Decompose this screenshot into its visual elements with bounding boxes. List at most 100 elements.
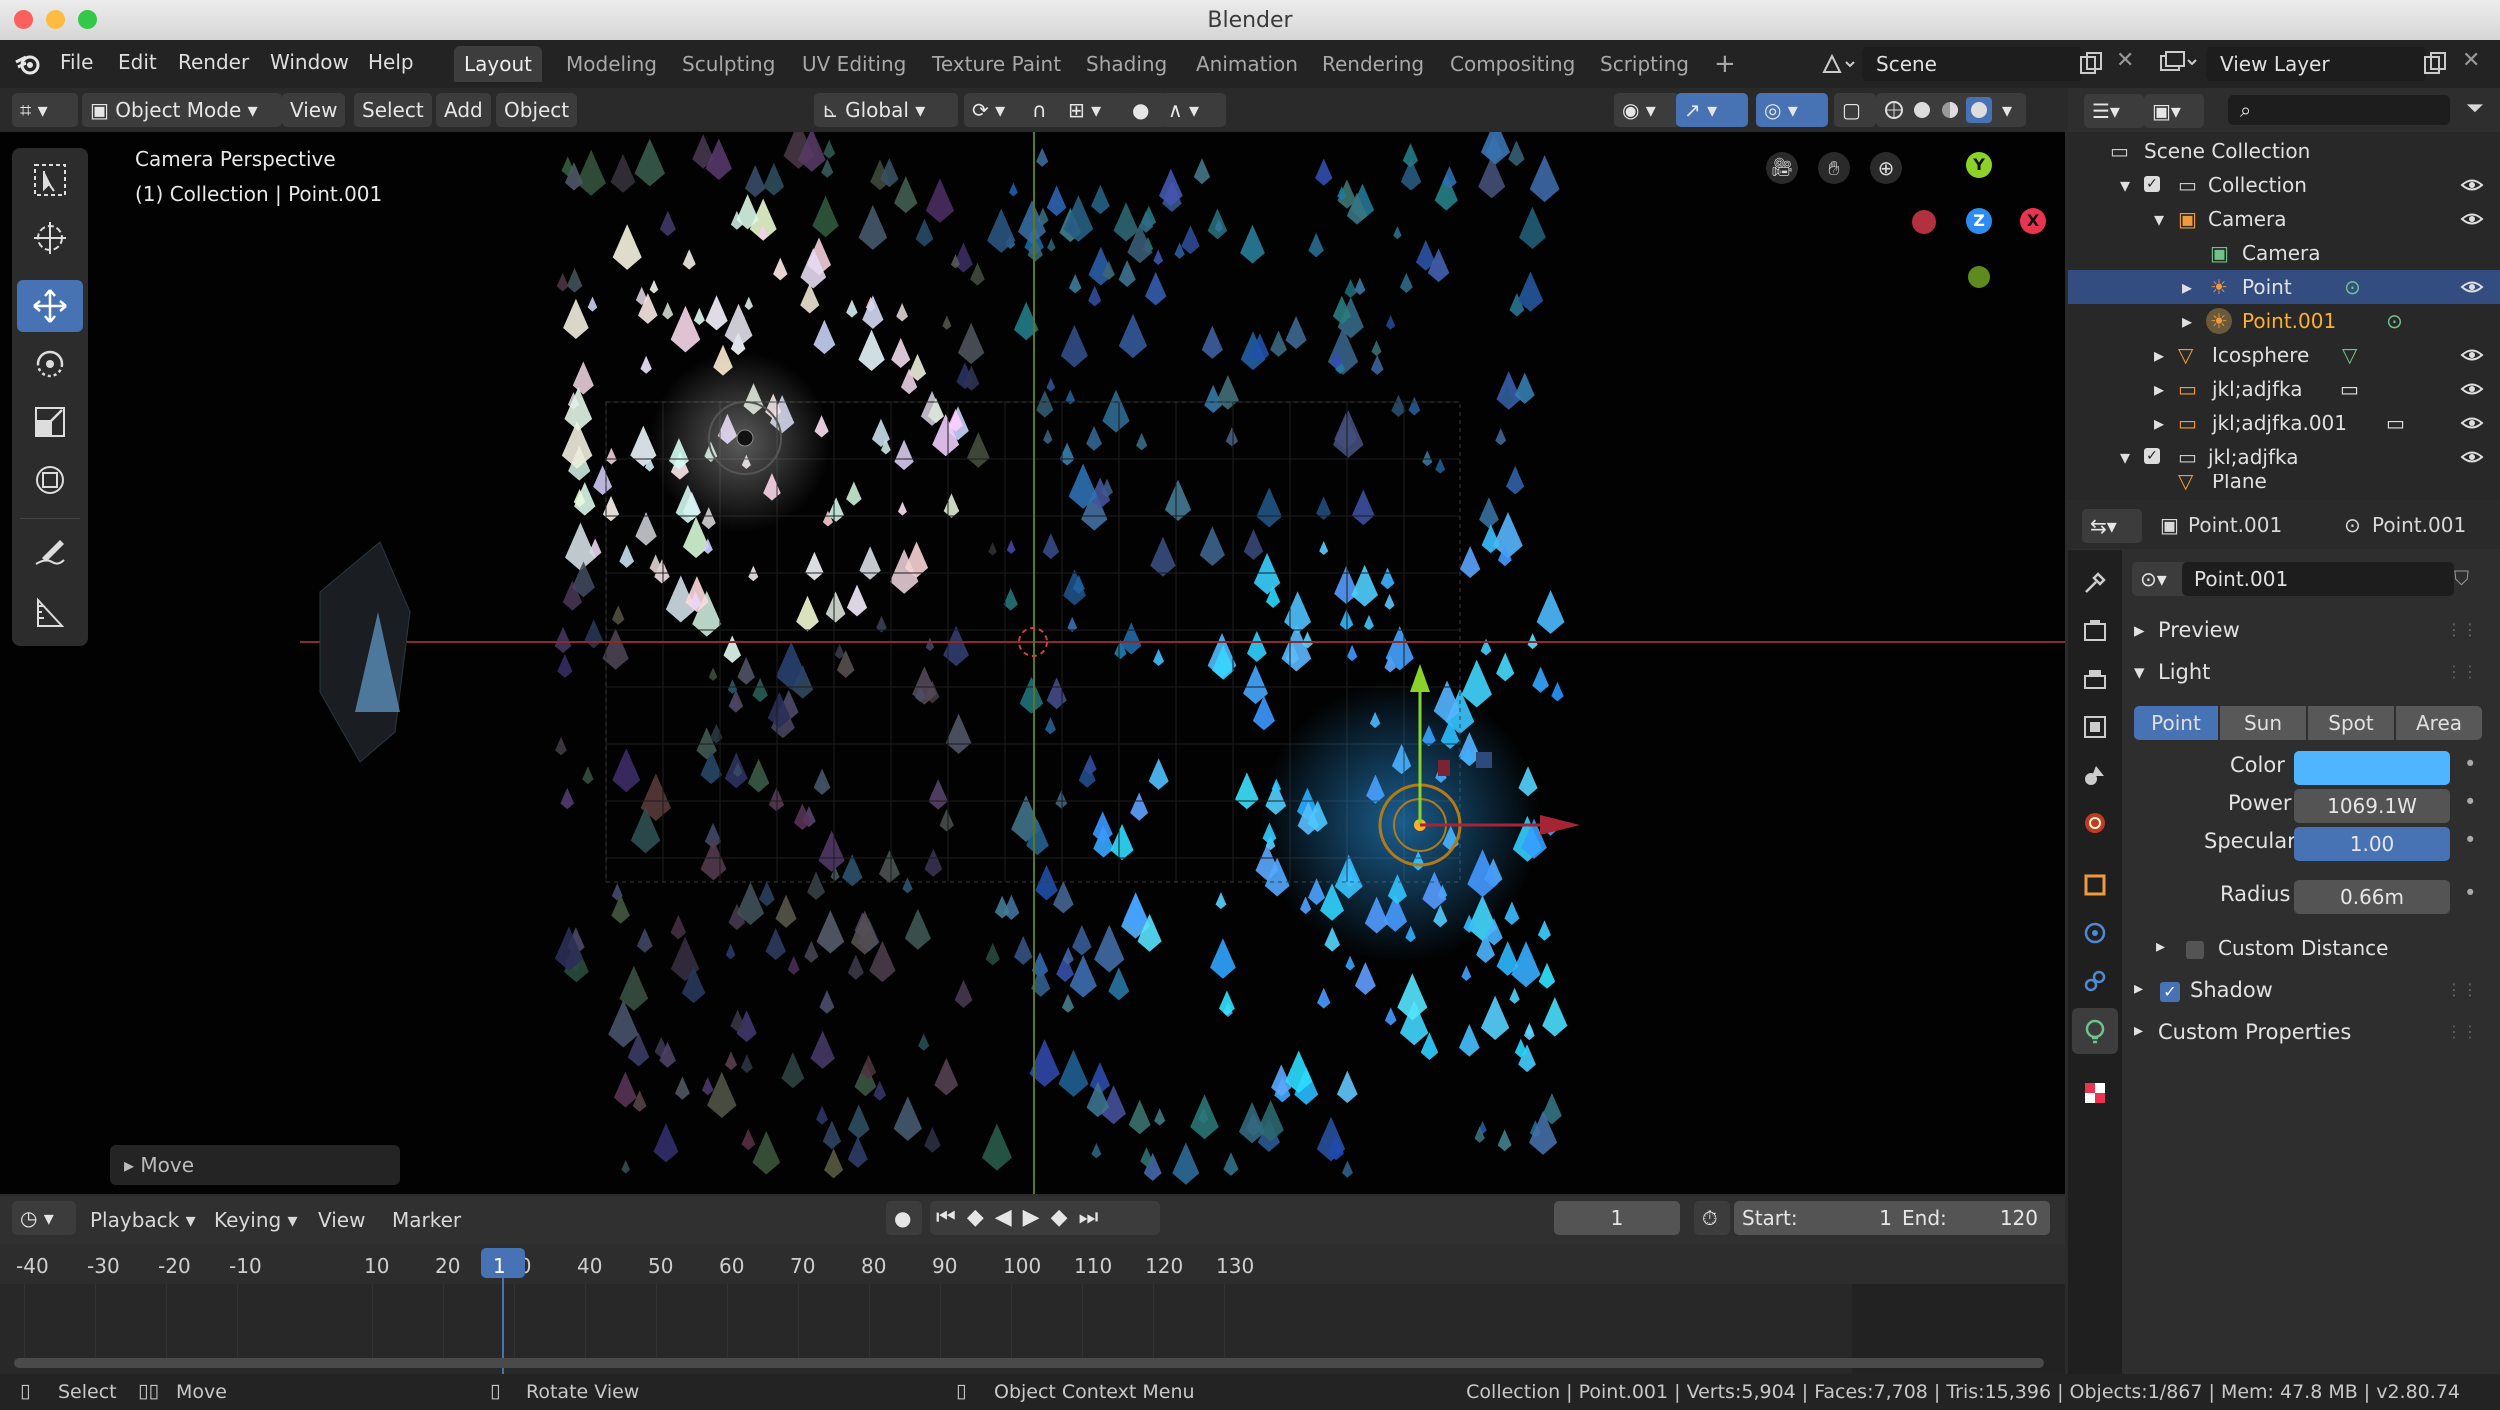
- timeline-marker-menu[interactable]: Marker: [392, 1208, 461, 1232]
- light-type-area[interactable]: Area: [2396, 706, 2482, 740]
- scene-name-field[interactable]: Scene: [1862, 47, 2082, 81]
- render-tab-icon[interactable]: [2082, 618, 2108, 644]
- keyframe-dot-icon[interactable]: •: [2464, 790, 2476, 814]
- radius-field[interactable]: 0.66m: [2294, 880, 2450, 914]
- eye-icon[interactable]: [2460, 380, 2484, 398]
- outliner-row-jkl-adjfka-001[interactable]: ▸ ▭ jkl;adjfka.001 ▭: [2068, 406, 2500, 440]
- gizmo-y-axis[interactable]: Y: [1966, 152, 1992, 178]
- material-shading-icon[interactable]: [1940, 100, 1960, 120]
- last-operator-panel[interactable]: ▸ Move: [110, 1145, 400, 1185]
- menu-help[interactable]: Help: [368, 50, 414, 74]
- tab-texture-paint[interactable]: Texture Paint: [922, 46, 1071, 82]
- outliner-row-icosphere[interactable]: ▸ ▽ Icosphere ▽: [2068, 338, 2500, 372]
- gizmo-z-axis[interactable]: Z: [1966, 208, 1992, 234]
- power-field[interactable]: 1069.1W: [2294, 789, 2450, 823]
- falloff-icon[interactable]: ∧ ▾: [1160, 93, 1226, 127]
- pan-view-icon[interactable]: ✋︎: [1818, 152, 1850, 184]
- specular-slider[interactable]: 1.00: [2294, 827, 2450, 861]
- select-box-tool[interactable]: [17, 154, 83, 206]
- mode-dropdown[interactable]: ▣ Object Mode ▾: [82, 93, 282, 127]
- eye-icon[interactable]: [2460, 176, 2484, 194]
- texture-tab-icon[interactable]: [2082, 1080, 2108, 1106]
- eye-icon[interactable]: [2460, 210, 2484, 228]
- keyframe-dot-icon[interactable]: •: [2464, 881, 2476, 905]
- view-layer-field[interactable]: View Layer: [2206, 47, 2426, 81]
- collapse-arrow-icon[interactable]: ▾: [2120, 168, 2130, 202]
- properties-object-name[interactable]: Point.001: [2188, 513, 2282, 537]
- tab-sculpting[interactable]: Sculpting: [672, 46, 785, 82]
- viewport-menu-select[interactable]: Select: [354, 93, 432, 127]
- collapse-arrow-icon[interactable]: ▾: [2120, 440, 2130, 474]
- output-tab-icon[interactable]: [2082, 666, 2108, 692]
- view-layer-tab-icon[interactable]: [2082, 714, 2108, 740]
- light-data-tab-icon[interactable]: [2082, 1018, 2108, 1044]
- zoom-view-icon[interactable]: ⊕: [1870, 152, 1902, 184]
- display-mode-icon[interactable]: ▣▾: [2144, 94, 2204, 128]
- light-datablock-name[interactable]: Point.001: [2182, 562, 2454, 596]
- timeline-editor-type-icon[interactable]: ◷ ▾: [12, 1201, 76, 1235]
- eye-icon[interactable]: [2460, 278, 2484, 296]
- xray-toggle-icon[interactable]: ▢: [1834, 93, 1876, 127]
- light-type-point[interactable]: Point: [2134, 706, 2218, 740]
- custom-properties-panel-header[interactable]: ▸ Custom Properties ⋮⋮: [2132, 1016, 2482, 1050]
- gizmo-toggle-icon[interactable]: ↗ ▾: [1676, 93, 1748, 127]
- menu-edit[interactable]: Edit: [118, 50, 157, 74]
- light-panel-header[interactable]: ▾ Light ⋮⋮: [2132, 656, 2482, 690]
- filter-icon[interactable]: ⏷: [2466, 96, 2484, 121]
- scene-selector-icon[interactable]: [1820, 52, 1856, 76]
- wireframe-shading-icon[interactable]: [1884, 100, 1904, 120]
- tab-uv-editing[interactable]: UV Editing: [792, 46, 916, 82]
- transform-orientation-dropdown[interactable]: ⊾ Global ▾: [814, 93, 958, 127]
- tab-rendering[interactable]: Rendering: [1312, 46, 1434, 82]
- camera-view-icon[interactable]: 🎥︎: [1766, 152, 1798, 184]
- rendered-shading-icon[interactable]: [1966, 97, 1992, 123]
- include-checkbox[interactable]: ✓: [2144, 176, 2160, 192]
- viewport-menu-object[interactable]: Object: [496, 93, 578, 127]
- properties-data-name[interactable]: Point.001: [2372, 513, 2466, 537]
- timeline-area[interactable]: -40-30-20-101102030405060708090100110120…: [0, 1244, 2065, 1374]
- drag-handle-icon[interactable]: ⋮⋮: [2446, 662, 2478, 681]
- view-layer-selector-icon[interactable]: [2158, 50, 2198, 76]
- current-frame-field[interactable]: 1: [1554, 1201, 1680, 1235]
- tab-animation[interactable]: Animation: [1186, 46, 1308, 82]
- prev-keyframe-icon[interactable]: ◆: [967, 1205, 995, 1230]
- include-checkbox[interactable]: ✓: [2144, 448, 2160, 464]
- solid-shading-icon[interactable]: [1912, 100, 1932, 120]
- timeline-playback-menu[interactable]: Playback ▾: [90, 1208, 196, 1232]
- move-tool[interactable]: [17, 280, 83, 332]
- add-workspace-icon[interactable]: +: [1704, 46, 1746, 82]
- expand-arrow-icon[interactable]: ▸: [2154, 338, 2164, 372]
- viewport-menu-add[interactable]: Add: [436, 93, 491, 127]
- outliner-row-camera[interactable]: ▾ ▣ Camera: [2068, 202, 2500, 236]
- next-keyframe-icon[interactable]: ◆: [1051, 1205, 1079, 1230]
- timeline-keying-menu[interactable]: Keying ▾: [214, 1208, 298, 1232]
- fake-user-shield-icon[interactable]: ⛉: [2454, 566, 2469, 590]
- gizmo-neg-x-axis[interactable]: [1912, 210, 1936, 234]
- play-icon[interactable]: ▶: [1023, 1205, 1051, 1230]
- shadow-checkbox[interactable]: ✓: [2160, 982, 2180, 1002]
- tool-settings-tab-icon[interactable]: [2082, 570, 2108, 596]
- preview-panel-header[interactable]: ▸ Preview ⋮⋮: [2132, 614, 2482, 648]
- menu-window[interactable]: Window: [270, 50, 349, 74]
- custom-distance-subpanel[interactable]: ▸ Custom Distance: [2156, 932, 2476, 966]
- outliner-editor-type-icon[interactable]: ☰▾: [2084, 94, 2144, 128]
- drag-handle-icon[interactable]: ⋮⋮: [2446, 620, 2478, 639]
- custom-distance-checkbox[interactable]: [2186, 941, 2204, 959]
- 3d-viewport[interactable]: Camera Perspective (1) Collection | Poin…: [0, 132, 2065, 1194]
- tab-compositing[interactable]: Compositing: [1440, 46, 1585, 82]
- outliner-row-camera-data[interactable]: ▣ Camera: [2068, 236, 2500, 270]
- physics-tab-icon[interactable]: [2082, 920, 2108, 946]
- start-frame-field[interactable]: Start: 1: [1734, 1201, 1904, 1235]
- tab-shading[interactable]: Shading: [1076, 46, 1177, 82]
- eye-icon[interactable]: [2460, 414, 2484, 432]
- world-tab-icon[interactable]: [2082, 810, 2108, 836]
- blender-logo-icon[interactable]: [14, 52, 42, 76]
- drag-handle-icon[interactable]: ⋮⋮: [2446, 980, 2478, 999]
- shadow-panel-header[interactable]: ▸ ✓ Shadow ⋮⋮: [2132, 974, 2482, 1008]
- tab-layout[interactable]: Layout: [454, 46, 542, 82]
- outliner-row-point-001[interactable]: ▸ ☀ Point.001 ⊙: [2068, 304, 2500, 338]
- remove-scene-icon[interactable]: ✕: [2116, 48, 2134, 73]
- editor-type-icon[interactable]: ⌗ ▾: [12, 93, 78, 127]
- properties-editor-type-icon[interactable]: ⇆▾: [2082, 509, 2142, 543]
- keyframe-dot-icon[interactable]: •: [2464, 752, 2476, 776]
